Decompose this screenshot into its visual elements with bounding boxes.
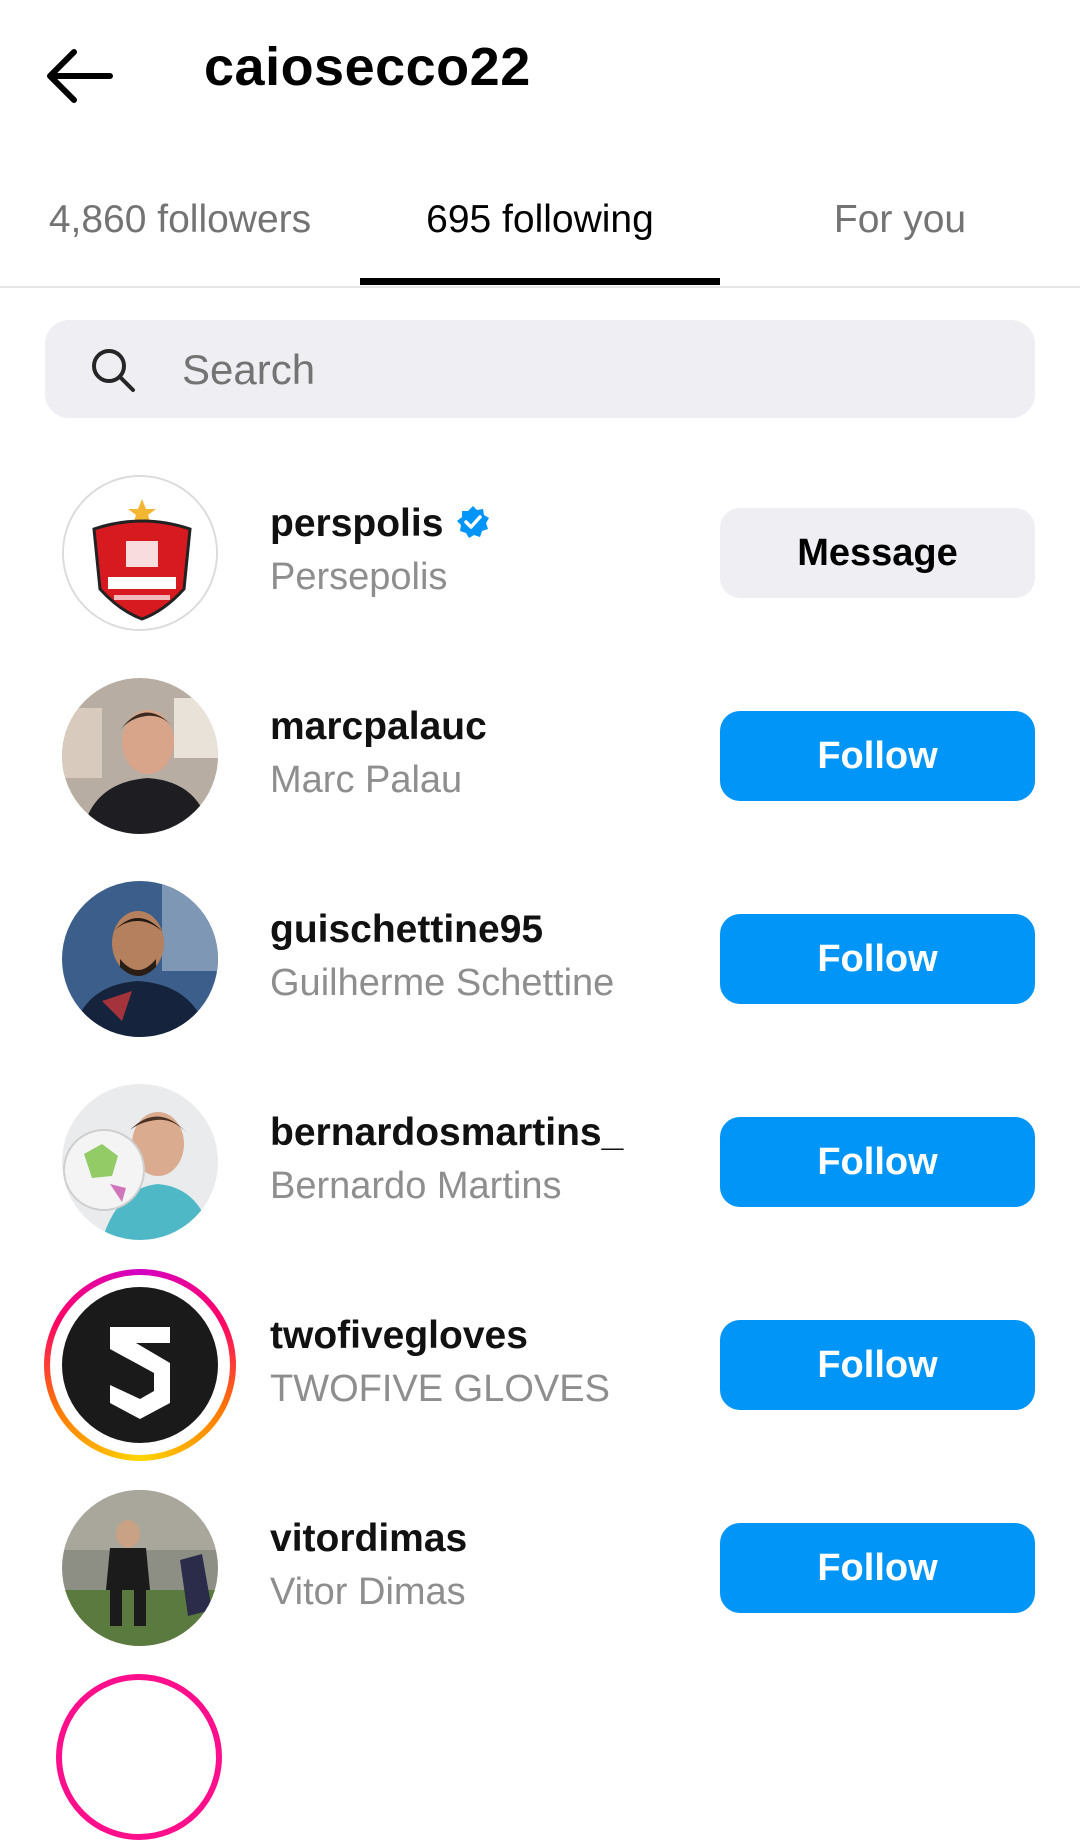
search-icon	[92, 349, 135, 392]
avatar[interactable]	[62, 475, 218, 631]
top-bar: caiosecco22	[0, 0, 1080, 150]
profile-photo-icon	[62, 1490, 218, 1646]
full-name: TWOFIVE GLOVES	[270, 1368, 610, 1410]
twofive-logo-icon	[62, 1287, 218, 1443]
active-tab-indicator	[360, 278, 720, 285]
arrow-left-icon	[47, 49, 113, 103]
tab-followers[interactable]: 4,860 followers	[30, 198, 330, 286]
message-button[interactable]: Message	[720, 508, 1035, 598]
persepolis-logo-icon	[64, 477, 216, 629]
page-title: caiosecco22	[204, 37, 531, 97]
username[interactable]: vitordimas	[270, 1517, 467, 1561]
tab-following[interactable]: 695 following	[360, 198, 720, 286]
follow-button[interactable]: Follow	[720, 1320, 1035, 1410]
full-name: Marc Palau	[270, 759, 463, 801]
profile-photo-icon	[62, 881, 218, 1037]
list-item: perspolis Persepolis Message	[0, 460, 1080, 663]
list-item: guischettine95 Guilherme Schettine Follo…	[0, 866, 1080, 1069]
follow-button[interactable]: Follow	[720, 1523, 1035, 1613]
follow-button[interactable]: Follow	[720, 1117, 1035, 1207]
verified-badge-icon	[457, 505, 490, 538]
search-input[interactable]	[180, 320, 1004, 420]
full-name: Guilherme Schettine	[270, 962, 615, 1004]
username[interactable]: bernardosmartins_	[270, 1111, 623, 1155]
avatar[interactable]	[62, 881, 218, 1037]
full-name: Vitor Dimas	[270, 1571, 466, 1613]
profile-photo-icon	[62, 678, 218, 834]
follow-button[interactable]: Follow	[720, 711, 1035, 801]
tab-for-you[interactable]: For you	[760, 198, 1040, 286]
tab-bar: 4,860 followers 695 following For you	[0, 168, 1080, 288]
list-item: twofivegloves TWOFIVE GLOVES Follow	[0, 1269, 1080, 1475]
username[interactable]: marcpalauc	[270, 705, 487, 749]
avatar[interactable]	[56, 1674, 222, 1840]
avatar[interactable]	[62, 1287, 218, 1443]
avatar[interactable]	[62, 1084, 218, 1240]
full-name: Persepolis	[270, 556, 448, 598]
list-item: marcpalauc Marc Palau Follow	[0, 663, 1080, 866]
full-name: Bernardo Martins	[270, 1165, 562, 1207]
profile-photo-icon	[62, 1084, 218, 1240]
search-bar[interactable]	[45, 320, 1035, 420]
list-item: vitordimas Vitor Dimas Follow	[0, 1475, 1080, 1678]
back-button[interactable]	[40, 40, 120, 112]
follow-button[interactable]: Follow	[720, 914, 1035, 1004]
username[interactable]: perspolis	[270, 502, 491, 546]
username[interactable]: twofivegloves	[270, 1314, 528, 1358]
avatar[interactable]	[62, 1490, 218, 1646]
avatar[interactable]	[62, 678, 218, 834]
username[interactable]: guischettine95	[270, 908, 543, 952]
list-item: bernardosmartins_ Bernardo Martins Follo…	[0, 1069, 1080, 1272]
